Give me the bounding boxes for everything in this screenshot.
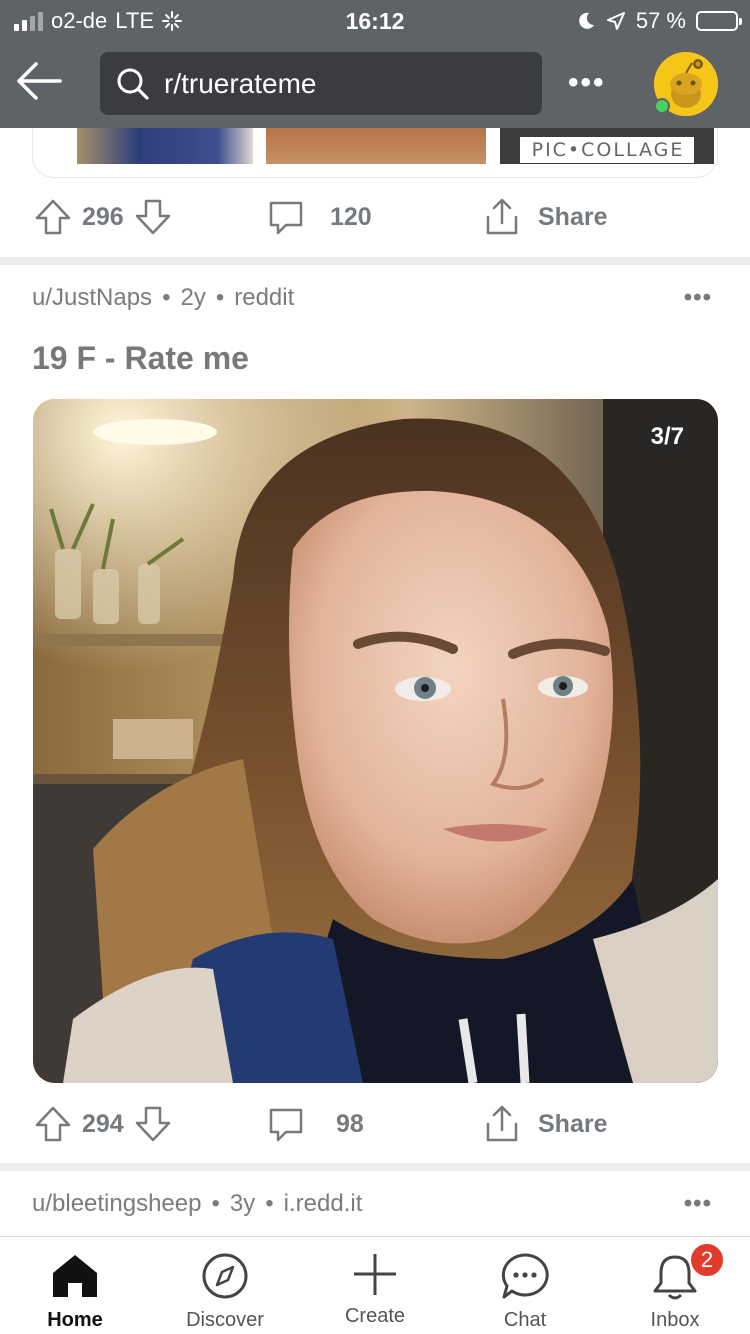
home-icon (53, 1255, 97, 1297)
inbox-badge: 2 (689, 1242, 725, 1278)
share-icon (486, 198, 518, 235)
avatar[interactable] (654, 52, 718, 116)
previous-post-image-1 (77, 128, 253, 164)
nav-home-label: Home (47, 1309, 103, 1331)
nav-inbox-label: Inbox (650, 1309, 700, 1331)
post-source: reddit (234, 284, 295, 311)
compass-icon (202, 1253, 248, 1299)
chat-bubble-icon (501, 1253, 549, 1299)
nav-home[interactable]: Home (0, 1237, 150, 1334)
plus-icon (354, 1254, 396, 1295)
post-age: 2y (180, 284, 206, 311)
status-bar: o2-de LTE 16:12 57 % (0, 0, 750, 42)
comment-icon (269, 1108, 303, 1142)
comments-button[interactable]: 120 (266, 192, 372, 242)
upvote-icon[interactable] (34, 198, 72, 236)
search-bar[interactable]: r/truerateme (100, 52, 542, 115)
upvote-icon[interactable] (34, 1105, 72, 1143)
downvote-icon[interactable] (134, 198, 172, 236)
comments-button[interactable]: 98 (266, 1099, 364, 1149)
search-icon (117, 68, 149, 100)
top-bar: o2-de LTE 16:12 57 % r/truerateme ••• (0, 0, 750, 128)
gallery-counter: 3/7 (634, 415, 700, 459)
post-more-icon[interactable]: ••• (684, 284, 712, 312)
post-image-gallery[interactable]: 3/7 (33, 399, 718, 1083)
post-separator (0, 1163, 750, 1171)
post-photo (33, 399, 718, 1083)
previous-post-actions: 296 120 Share (0, 192, 750, 242)
next-post-age: 3y (229, 1190, 256, 1217)
back-arrow-icon[interactable] (14, 56, 64, 106)
bottom-navigation: Home Discover Create Chat 2 Inbox (0, 1236, 750, 1334)
meta-separator: • (265, 1190, 274, 1217)
next-post-author[interactable]: u/bleetingsheep (32, 1190, 201, 1218)
battery-icon (696, 11, 742, 31)
online-status-dot (654, 98, 670, 114)
comment-count: 120 (330, 202, 372, 231)
status-right-group: 57 % (576, 8, 742, 34)
post-title[interactable]: 19 F - Rate me (32, 340, 249, 377)
previous-post-image-3: PIC•COLLAGE (500, 128, 714, 164)
nav-chat[interactable]: Chat (450, 1237, 600, 1334)
vote-group: 294 (34, 1099, 172, 1149)
post-separator (0, 257, 750, 265)
previous-post-image-2 (266, 128, 486, 164)
nav-create[interactable]: Create (300, 1237, 450, 1334)
more-icon[interactable]: ••• (568, 66, 606, 100)
next-post-more-icon[interactable]: ••• (684, 1190, 712, 1218)
vote-group: 296 (34, 192, 172, 242)
comment-icon (269, 201, 303, 235)
upvote-count: 296 (82, 202, 124, 231)
post-actions: 294 98 Share (0, 1099, 750, 1149)
share-button[interactable]: Share (482, 192, 607, 242)
next-post-source: i.redd.it (283, 1190, 363, 1217)
moon-icon (579, 12, 594, 29)
post-author[interactable]: u/JustNaps (32, 284, 152, 312)
share-icon (486, 1105, 518, 1142)
comment-count: 98 (336, 1109, 364, 1138)
nav-create-label: Create (344, 1305, 406, 1327)
downvote-icon[interactable] (134, 1105, 172, 1143)
meta-separator: • (211, 1190, 220, 1217)
share-label: Share (538, 1109, 608, 1138)
nav-discover-label: Discover (186, 1309, 264, 1331)
search-query: r/truerateme (164, 67, 317, 99)
nav-inbox[interactable]: 2 Inbox (600, 1237, 750, 1334)
upvote-count: 294 (82, 1109, 124, 1138)
meta-separator: • (215, 284, 225, 311)
nav-discover[interactable]: Discover (150, 1237, 300, 1334)
share-button[interactable]: Share (482, 1099, 607, 1149)
meta-separator: • (162, 284, 171, 311)
location-arrow-icon (606, 12, 625, 30)
pic-collage-watermark: PIC•COLLAGE (519, 137, 695, 163)
nav-chat-label: Chat (503, 1309, 547, 1331)
post-meta: u/JustNaps • 2y • reddit (32, 284, 294, 312)
battery-percent: 57 % (635, 8, 686, 33)
share-label: Share (538, 202, 608, 231)
next-post-meta: u/bleetingsheep • 3y • i.redd.it (32, 1190, 362, 1218)
